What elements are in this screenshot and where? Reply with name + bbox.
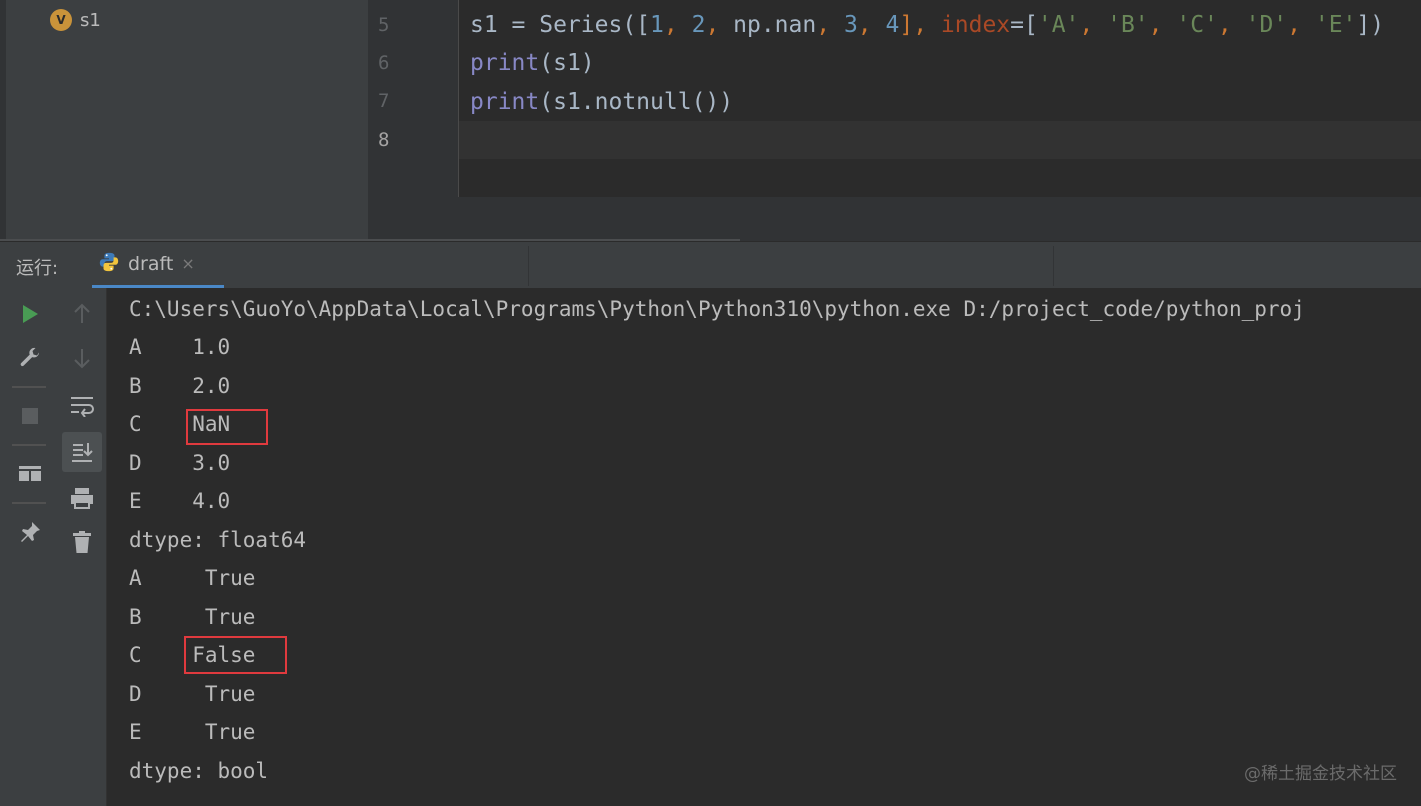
code-token: , bbox=[816, 12, 844, 38]
variable-badge-icon: V bbox=[50, 9, 72, 31]
layout-icon[interactable] bbox=[10, 454, 50, 494]
line-number-current: 8 bbox=[378, 129, 390, 151]
run-tool-window-header: 运行: draft × bbox=[0, 242, 1421, 289]
tab-divider bbox=[1053, 246, 1054, 286]
code-token: 'E' bbox=[1314, 12, 1357, 38]
toolbar-separator bbox=[12, 502, 46, 504]
stop-icon[interactable] bbox=[10, 396, 50, 436]
console-line: D True bbox=[129, 682, 256, 706]
code-token: s1 = Series([ bbox=[470, 12, 651, 38]
code-token: 1 bbox=[650, 12, 664, 38]
watermark: @稀土掘金技术社区 bbox=[1244, 764, 1397, 784]
console-line: A True bbox=[129, 566, 256, 590]
run-tab-draft[interactable]: draft × bbox=[92, 242, 224, 288]
code-token: 2 bbox=[691, 12, 706, 38]
trash-icon[interactable] bbox=[62, 522, 102, 562]
code-line-6[interactable]: print(s1) bbox=[470, 44, 595, 82]
code-token: (s1.notnull()) bbox=[539, 89, 734, 115]
code-token: 'C' bbox=[1176, 12, 1218, 38]
console-output[interactable]: C:\Users\GuoYo\AppData\Local\Programs\Py… bbox=[107, 288, 1421, 806]
code-token: 'B' bbox=[1107, 12, 1149, 38]
code-line-5[interactable]: s1 = Series([1, 2, np.nan, 3, 4], index=… bbox=[470, 6, 1384, 44]
code-token: 4 bbox=[885, 12, 900, 38]
code-token: =[ bbox=[1010, 12, 1038, 38]
python-icon bbox=[98, 251, 120, 277]
code-token: 'D' bbox=[1245, 12, 1288, 38]
code-token: 3 bbox=[843, 12, 858, 38]
pin-icon[interactable] bbox=[10, 512, 50, 552]
console-line: B 2.0 bbox=[129, 374, 231, 398]
scroll-to-end-icon[interactable] bbox=[62, 432, 102, 472]
console-line: E 4.0 bbox=[129, 489, 231, 513]
code-token: , bbox=[663, 12, 692, 38]
console-line: E True bbox=[129, 720, 256, 744]
code-token: , bbox=[1148, 12, 1177, 38]
tab-divider bbox=[528, 246, 529, 286]
console-line: dtype: float64 bbox=[129, 528, 307, 552]
panel-divider bbox=[0, 239, 740, 241]
console-line: dtype: bool bbox=[129, 759, 269, 783]
line-number: 7 bbox=[378, 90, 390, 112]
code-token: , bbox=[1079, 12, 1108, 38]
console-actions-toolbar bbox=[58, 288, 107, 806]
run-label: 运行: bbox=[16, 258, 59, 279]
code-line-7[interactable]: print(s1.notnull()) bbox=[470, 83, 733, 121]
code-editor[interactable]: 5 6 7 8 s1 = Series([1, 2, np.nan, 3, 4]… bbox=[368, 0, 1421, 197]
run-icon[interactable] bbox=[10, 294, 50, 334]
arrow-down-icon[interactable] bbox=[62, 338, 102, 378]
soft-wrap-icon[interactable] bbox=[62, 386, 102, 426]
wrench-icon[interactable] bbox=[10, 338, 50, 378]
console-line: B True bbox=[129, 605, 256, 629]
structure-edge bbox=[0, 0, 6, 240]
line-number: 5 bbox=[378, 14, 390, 36]
arrow-up-icon[interactable] bbox=[62, 294, 102, 334]
console-line: D 3.0 bbox=[129, 451, 231, 475]
false-highlight-box bbox=[184, 636, 287, 674]
code-token: np.nan bbox=[733, 12, 817, 38]
line-number: 6 bbox=[378, 52, 390, 74]
code-token: (s1) bbox=[539, 50, 595, 76]
editor-bottom-band bbox=[368, 197, 1421, 241]
code-token: print bbox=[470, 50, 540, 76]
close-icon[interactable]: × bbox=[181, 254, 194, 273]
code-token: , bbox=[1287, 12, 1315, 38]
code-token: ], bbox=[899, 12, 941, 38]
toolbar-separator bbox=[12, 386, 46, 388]
code-token: index bbox=[940, 12, 1011, 38]
code-token: print bbox=[470, 89, 540, 115]
toolbar-separator bbox=[12, 444, 46, 446]
console-line: A 1.0 bbox=[129, 335, 231, 359]
run-actions-toolbar bbox=[0, 288, 58, 806]
tab-label: draft bbox=[128, 252, 174, 275]
print-icon[interactable] bbox=[62, 478, 102, 518]
current-line-highlight bbox=[459, 121, 1421, 159]
console-line: C:\Users\GuoYo\AppData\Local\Programs\Py… bbox=[129, 297, 1305, 321]
code-token: ]) bbox=[1356, 12, 1385, 38]
code-token: , bbox=[1217, 12, 1246, 38]
code-token: , bbox=[705, 12, 734, 38]
variable-name: s1 bbox=[80, 9, 101, 31]
variable-item-s1[interactable]: V s1 bbox=[50, 8, 101, 32]
line-number-gutter: 5 6 7 8 bbox=[368, 0, 459, 197]
structure-panel: V s1 bbox=[0, 0, 368, 240]
nan-highlight-box bbox=[186, 409, 268, 445]
code-token: 'A' bbox=[1037, 12, 1080, 38]
code-token: , bbox=[857, 12, 886, 38]
